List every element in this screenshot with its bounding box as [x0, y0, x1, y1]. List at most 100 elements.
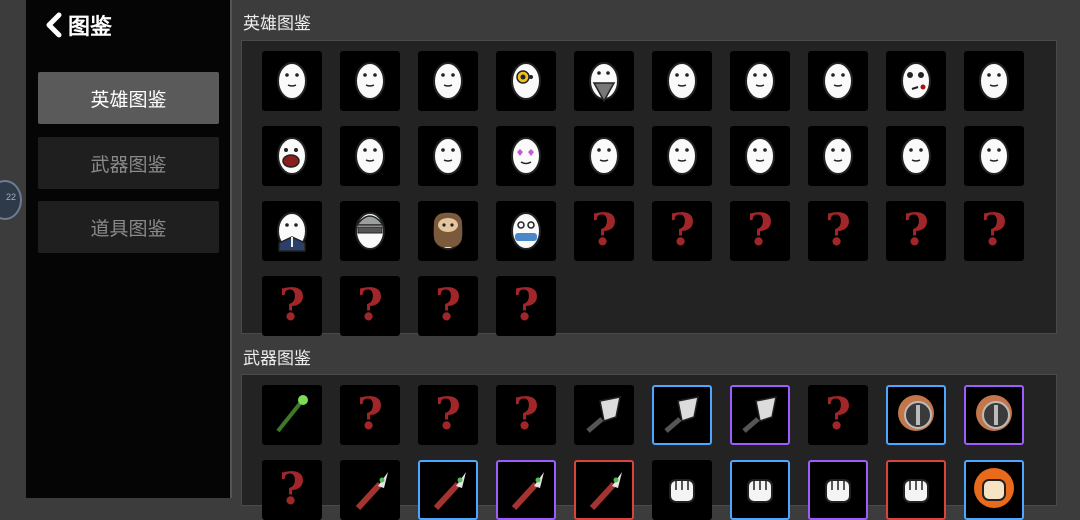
weapon-slot[interactable]: [652, 460, 712, 520]
egg-hero-icon: [890, 128, 942, 185]
hero-slot[interactable]: ?: [808, 201, 868, 261]
hero-slot[interactable]: [262, 126, 322, 186]
hero-slot[interactable]: ?: [418, 276, 478, 336]
green-knife-icon: [422, 462, 474, 519]
hero-slot[interactable]: ?: [262, 276, 322, 336]
hero-slot[interactable]: ?: [574, 201, 634, 261]
cleaver-icon: [656, 387, 708, 444]
cleaver-icon: [578, 387, 630, 444]
weapon-slot[interactable]: [964, 460, 1024, 520]
weapon-slot[interactable]: [262, 385, 322, 445]
egg-hero-icon: [422, 128, 474, 185]
egg-hero-icon: [968, 128, 1020, 185]
weapon-slot[interactable]: [730, 385, 790, 445]
question-mark-icon: ?: [513, 389, 539, 440]
egg-hero-icon: [578, 128, 630, 185]
hero-slot[interactable]: [574, 126, 634, 186]
hero-slot[interactable]: [730, 51, 790, 111]
question-mark-icon: ?: [669, 205, 695, 256]
hero-slot[interactable]: ?: [964, 201, 1024, 261]
hero-slot[interactable]: [808, 51, 868, 111]
weapon-slot[interactable]: [730, 460, 790, 520]
handle-text: 22: [5, 192, 16, 202]
sidebar: 图鉴 英雄图鉴 武器图鉴 道具图鉴: [26, 0, 230, 498]
weapon-slot[interactable]: ?: [340, 385, 400, 445]
hero-slot[interactable]: [886, 126, 946, 186]
egg-hero-icon: [812, 128, 864, 185]
sidebar-item-items[interactable]: 道具图鉴: [38, 201, 219, 253]
hero-slot[interactable]: [418, 51, 478, 111]
weapon-slot[interactable]: [808, 460, 868, 520]
egg-hero-icon: [968, 53, 1020, 110]
hero-slot[interactable]: [886, 51, 946, 111]
question-mark-icon: ?: [357, 389, 383, 440]
weapon-slot[interactable]: [964, 385, 1024, 445]
weapon-slot[interactable]: [886, 460, 946, 520]
hero-slot[interactable]: [262, 51, 322, 111]
weapon-slot[interactable]: [418, 460, 478, 520]
hero-slot[interactable]: ?: [340, 276, 400, 336]
back-button[interactable]: 图鉴: [44, 8, 112, 42]
weapon-slot[interactable]: [574, 460, 634, 520]
hero-slot[interactable]: [496, 51, 556, 111]
hero-slot[interactable]: ?: [886, 201, 946, 261]
fist-icon: [890, 462, 942, 519]
weapon-slot[interactable]: ?: [496, 385, 556, 445]
question-mark-icon: ?: [825, 205, 851, 256]
heroes-section-title: 英雄图鉴: [243, 14, 311, 34]
sidebar-item-heroes[interactable]: 英雄图鉴: [38, 72, 219, 124]
saw-blade-icon: [968, 387, 1020, 444]
fist-icon: [734, 462, 786, 519]
egg-hero-icon: [344, 53, 396, 110]
weapon-slot[interactable]: [652, 385, 712, 445]
weapon-slot[interactable]: [886, 385, 946, 445]
weapons-section-title: 武器图鉴: [243, 349, 311, 369]
hero-slot[interactable]: [574, 51, 634, 111]
hero-slot[interactable]: [496, 126, 556, 186]
hero-slot[interactable]: [964, 126, 1024, 186]
weapon-slot[interactable]: [340, 460, 400, 520]
hero-slot[interactable]: [340, 201, 400, 261]
green-knife-icon: [344, 462, 396, 519]
sidebar-item-weapons[interactable]: 武器图鉴: [38, 137, 219, 189]
question-mark-icon: ?: [279, 280, 305, 331]
weapon-slot[interactable]: [574, 385, 634, 445]
egg-hero-icon: [656, 128, 708, 185]
heroes-grid: ??????????: [262, 51, 1024, 336]
hero-slot[interactable]: [730, 126, 790, 186]
weapon-slot[interactable]: ?: [262, 460, 322, 520]
green-staff-icon: [266, 387, 318, 444]
question-mark-icon: ?: [435, 389, 461, 440]
hero-slot[interactable]: [340, 126, 400, 186]
hero-slot[interactable]: [418, 126, 478, 186]
egg-hero-icon: [266, 53, 318, 110]
hero-slot[interactable]: [964, 51, 1024, 111]
hero-slot[interactable]: [652, 126, 712, 186]
saw-blade-icon: [890, 387, 942, 444]
weapon-slot[interactable]: ?: [808, 385, 868, 445]
hero-slot[interactable]: ?: [730, 201, 790, 261]
hero-slot[interactable]: [262, 201, 322, 261]
egg-hero-icon: [344, 128, 396, 185]
hero-slot[interactable]: [340, 51, 400, 111]
side-drawer-handle[interactable]: 22: [0, 180, 22, 220]
hero-slot[interactable]: [808, 126, 868, 186]
chevron-left-icon: [46, 12, 62, 38]
hero-slot[interactable]: [418, 201, 478, 261]
question-mark-icon: ?: [747, 205, 773, 256]
question-mark-icon: ?: [513, 280, 539, 331]
page-title: 图鉴: [68, 15, 113, 40]
egg-hero-brown-bearded-icon: [422, 203, 474, 260]
weapons-grid: ?????: [262, 385, 1024, 520]
weapon-slot[interactable]: [496, 460, 556, 520]
hero-slot[interactable]: ?: [652, 201, 712, 261]
egg-hero-icon: [812, 53, 864, 110]
weapon-slot[interactable]: ?: [418, 385, 478, 445]
hero-slot[interactable]: ?: [496, 276, 556, 336]
weapons-panel: ?????: [241, 374, 1057, 520]
hero-slot[interactable]: [652, 51, 712, 111]
question-mark-icon: ?: [981, 205, 1007, 256]
egg-hero-icon: [734, 53, 786, 110]
question-mark-icon: ?: [279, 464, 305, 515]
hero-slot[interactable]: [496, 201, 556, 261]
